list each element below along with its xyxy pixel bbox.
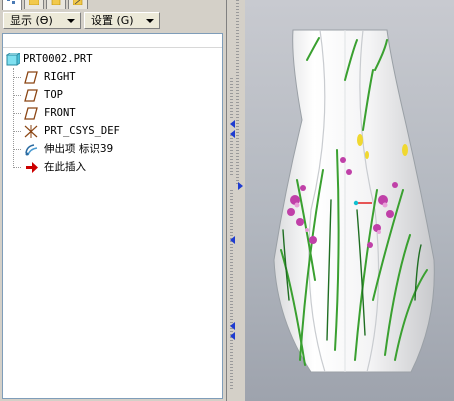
- tree-filter-bar: [3, 34, 222, 48]
- tree-item-label: PRT_CSYS_DEF: [44, 125, 120, 137]
- model-tree-toolbar: 显示 (Ɵ) 设置 (G): [0, 10, 226, 32]
- protrusion-icon: [25, 144, 38, 156]
- collapse-left-icon[interactable]: [229, 120, 237, 128]
- tab-connections[interactable]: [68, 0, 88, 9]
- part-icon: [6, 53, 20, 66]
- tree-connector: [14, 95, 21, 96]
- show-menu-label: 显示 (Ɵ): [10, 14, 53, 27]
- tab-model-tree[interactable]: [2, 0, 22, 10]
- chevron-down-icon: [146, 19, 154, 23]
- datum-plane-icon: [24, 107, 38, 120]
- datum-plane-icon: [24, 71, 38, 84]
- collapse-left-icon[interactable]: [229, 322, 237, 330]
- tree-item-label: TOP: [44, 89, 63, 101]
- tree-connector: [14, 113, 21, 114]
- splitter-grip: [230, 190, 233, 390]
- model-tree[interactable]: PRT0002.PRT RIGHT TOP FRONT PRT_CSYS_DEF…: [2, 33, 223, 399]
- show-menu-button[interactable]: 显示 (Ɵ): [3, 12, 81, 29]
- splitter-grip: [236, 0, 239, 185]
- chevron-down-icon: [67, 19, 75, 23]
- vase-model: [273, 29, 435, 373]
- tree-connector: [14, 131, 21, 132]
- favorites-icon: [51, 0, 61, 5]
- tab-favorites[interactable]: [46, 0, 66, 9]
- collapse-left-icon[interactable]: [229, 236, 237, 244]
- panel-splitter[interactable]: [227, 0, 245, 401]
- csys-icon: [24, 125, 38, 138]
- navigator-tabs: [0, 0, 226, 10]
- splitter-grip: [230, 135, 233, 175]
- datum-plane-icon: [24, 89, 38, 102]
- splitter-grip: [230, 78, 233, 118]
- tree-connector: [13, 68, 14, 168]
- collapse-left-icon[interactable]: [229, 332, 237, 340]
- tab-folder-browser[interactable]: [24, 0, 44, 9]
- tree-item-label: 在此插入: [44, 161, 86, 173]
- expand-right-icon[interactable]: [237, 182, 245, 190]
- tree-connector: [14, 77, 21, 78]
- graphics-window[interactable]: [245, 0, 454, 401]
- insert-here-arrow-icon: [26, 162, 38, 173]
- settings-menu-label: 设置 (G): [91, 14, 134, 27]
- folder-icon: [29, 0, 39, 5]
- settings-menu-button[interactable]: 设置 (G): [84, 12, 160, 29]
- tree-item-label: FRONT: [44, 107, 76, 119]
- tree-connector: [14, 149, 21, 150]
- collapse-left-icon[interactable]: [229, 130, 237, 138]
- tree-connector: [14, 167, 21, 168]
- model-tree-icon: [7, 0, 15, 4]
- tree-item-label: RIGHT: [44, 71, 76, 83]
- connections-icon: [73, 0, 83, 5]
- tree-root-label: PRT0002.PRT: [23, 53, 93, 65]
- tree-item-label: 伸出项 标识39: [44, 143, 114, 155]
- model-tree-panel: 显示 (Ɵ) 设置 (G) PRT0002.PRT RIGHT TOP FRON…: [0, 0, 227, 401]
